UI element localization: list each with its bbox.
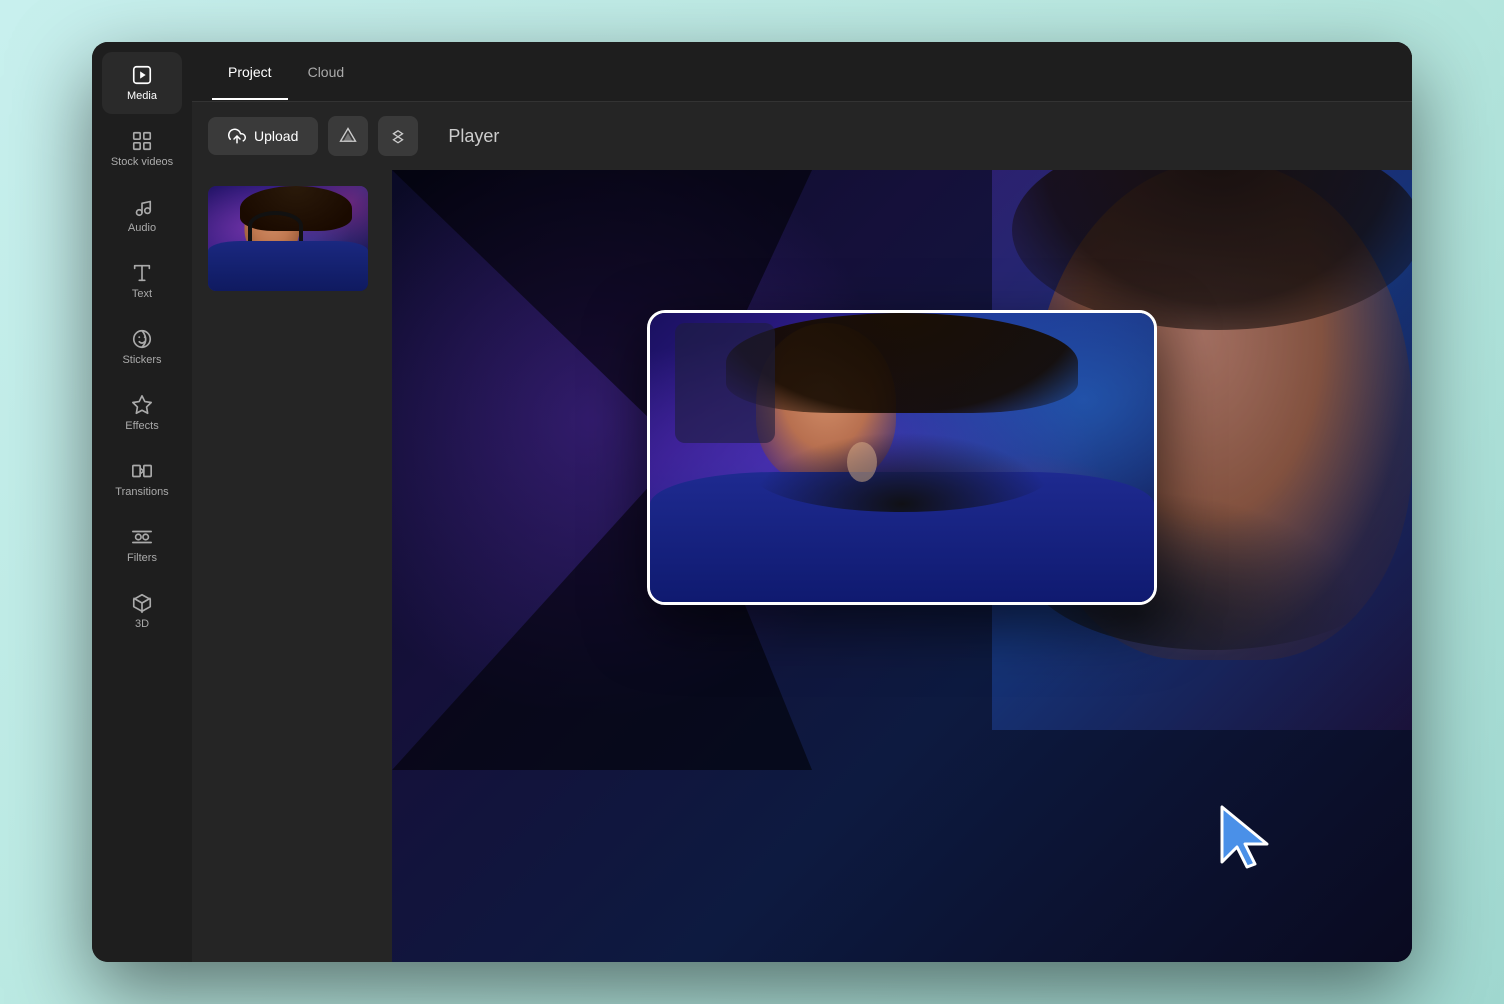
sidebar-item-transitions-label: Transitions (115, 486, 168, 498)
cursor-arrow (1217, 802, 1282, 872)
upload-icon (228, 127, 246, 145)
upload-button[interactable]: Upload (208, 117, 318, 155)
music-icon (131, 196, 153, 218)
play-square-icon (131, 64, 153, 86)
sidebar-item-audio[interactable]: Audio (102, 184, 182, 246)
media-thumbnail[interactable] (208, 186, 368, 291)
filters-icon (131, 526, 153, 548)
sidebar-item-transitions[interactable]: Transitions (102, 448, 182, 510)
grid-icon (131, 130, 153, 152)
sticker-icon (131, 328, 153, 350)
google-drive-button[interactable] (328, 116, 368, 156)
sidebar-item-media-label: Media (127, 90, 157, 102)
sidebar-item-media[interactable]: Media (102, 52, 182, 114)
main-content: Project Cloud Upload (192, 42, 1412, 962)
sidebar-item-audio-label: Audio (128, 222, 156, 234)
toolbar: Upload Player (192, 102, 1412, 170)
drive-icon (339, 127, 357, 145)
player-label: Player (448, 126, 499, 147)
zoom-card-chair (675, 323, 775, 443)
preview-panel (392, 170, 1412, 962)
sidebar-item-filters-label: Filters (127, 552, 157, 564)
tab-cloud[interactable]: Cloud (292, 56, 361, 88)
type-icon (131, 262, 153, 284)
zoom-card-headphones (751, 432, 1053, 512)
app-window: Media Stock videos Audio (92, 42, 1412, 962)
sidebar-item-effects[interactable]: Effects (102, 382, 182, 444)
transitions-icon (131, 460, 153, 482)
sidebar-item-stickers-label: Stickers (122, 354, 161, 366)
panel-layout (192, 170, 1412, 962)
sidebar-item-stock-label: Stock videos (111, 156, 173, 168)
dropbox-button[interactable] (378, 116, 418, 156)
sidebar-item-filters[interactable]: Filters (102, 514, 182, 576)
zoom-card-neck (847, 442, 877, 482)
background-scene (392, 170, 1412, 962)
sidebar-item-text[interactable]: Text (102, 250, 182, 312)
sidebar: Media Stock videos Audio (92, 42, 192, 962)
tab-project[interactable]: Project (212, 56, 288, 88)
sidebar-item-stickers[interactable]: Stickers (102, 316, 182, 378)
tab-bar: Project Cloud (192, 42, 1412, 102)
zoom-card (647, 310, 1157, 605)
sidebar-item-stock-videos[interactable]: Stock videos (102, 118, 182, 180)
dropbox-icon (389, 127, 407, 145)
sidebar-item-text-label: Text (132, 288, 152, 300)
sidebar-item-effects-label: Effects (125, 420, 158, 432)
cube-icon (131, 592, 153, 614)
sidebar-item-3d-label: 3D (135, 618, 149, 630)
zoom-card-hair (726, 313, 1079, 413)
star-icon (131, 394, 153, 416)
media-panel-left (192, 170, 392, 962)
sidebar-item-3d[interactable]: 3D (102, 580, 182, 642)
